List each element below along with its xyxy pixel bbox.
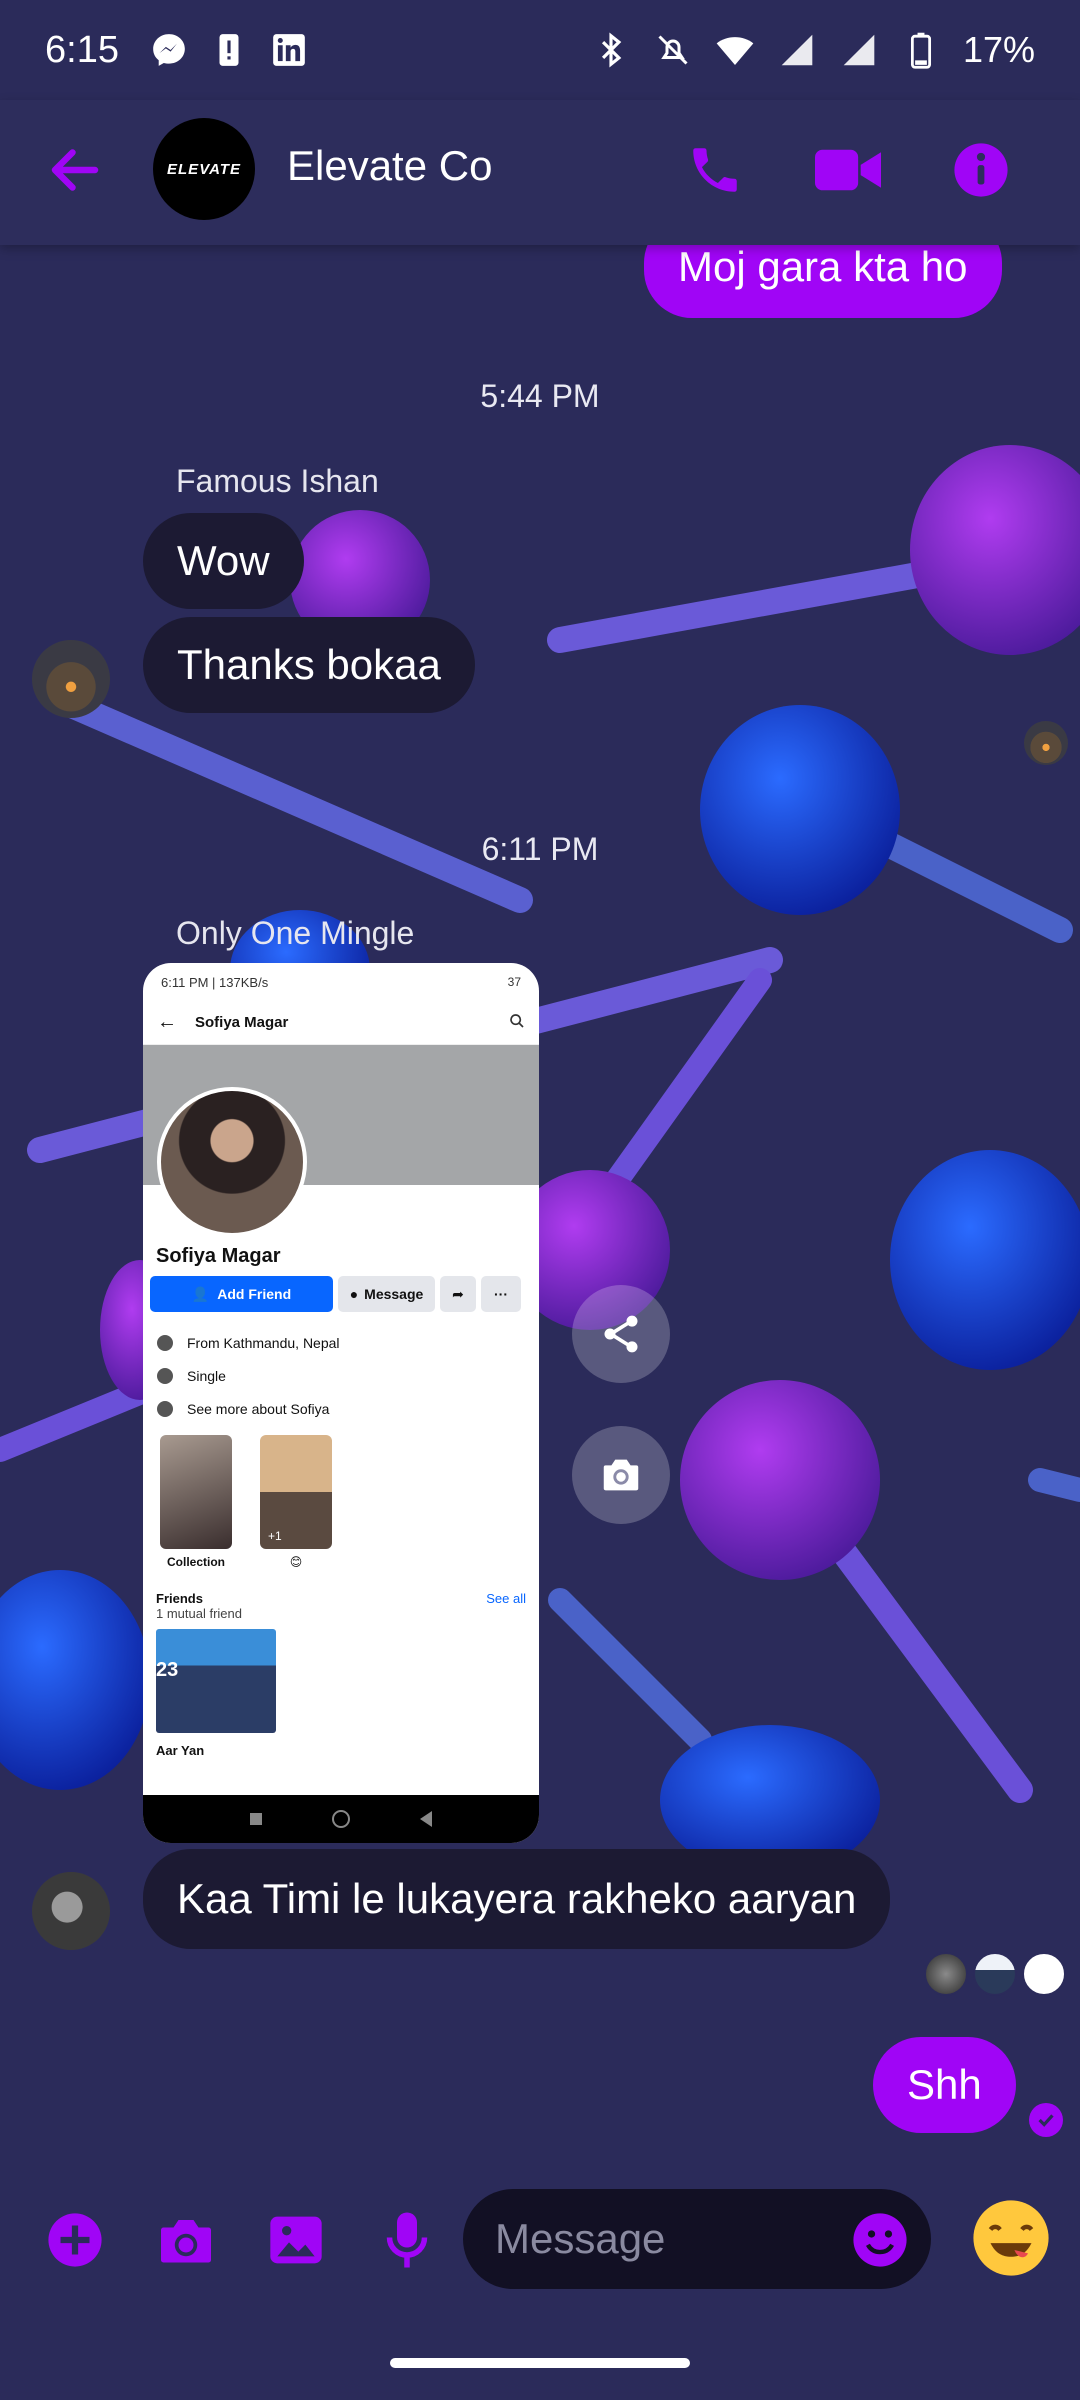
emoji-button[interactable]: [845, 2205, 915, 2275]
dots-icon: [157, 1400, 173, 1417]
friend-photo: 23: [156, 1629, 276, 1733]
screenshot-nav-buttons: [143, 1795, 539, 1843]
tile-label: 😊: [289, 1555, 303, 1569]
voice-call-button[interactable]: [680, 135, 750, 205]
featured-tile: +1: [260, 1435, 332, 1549]
mic-icon: [386, 2212, 428, 2268]
sender-avatar[interactable]: [32, 640, 110, 718]
screenshot-nav-title: Sofiya Magar: [195, 1014, 289, 1031]
dnd-icon: [653, 30, 693, 70]
add-person-icon: 👤: [191, 1285, 210, 1302]
message-timestamp: 5:44 PM: [480, 378, 600, 414]
save-image-button[interactable]: [572, 1426, 670, 1524]
screenshot-nav-bar: ← Sofiya Magar: [143, 1001, 539, 1045]
group-avatar[interactable]: ELEVATE: [153, 118, 255, 220]
sender-name: Famous Ishan: [176, 463, 379, 499]
cover-photo: [143, 1045, 539, 1237]
info-button[interactable]: [946, 135, 1016, 205]
linkedin-icon: [269, 30, 309, 70]
signal-icon: [777, 30, 817, 70]
message-timestamp: 6:11 PM: [481, 831, 599, 867]
message-bubble-incoming[interactable]: Thanks bokaa: [143, 617, 475, 713]
back-icon: [420, 1811, 432, 1827]
share-button[interactable]: [572, 1285, 670, 1383]
battery-icon: [901, 30, 941, 70]
back-button[interactable]: [45, 140, 105, 200]
plus-icon: [48, 2213, 102, 2267]
profile-name: Sofiya Magar: [156, 1245, 281, 1267]
messenger-icon: [149, 30, 189, 70]
status-bar: 6:15 17%: [0, 0, 1080, 100]
heart-icon: [157, 1367, 173, 1384]
home-indicator[interactable]: [390, 2358, 690, 2368]
signal-icon: [839, 30, 879, 70]
home-icon: [332, 1810, 350, 1828]
back-arrow-icon: ←: [157, 1011, 177, 1033]
message-bubble-incoming[interactable]: Wow: [143, 513, 304, 609]
search-icon: [509, 1013, 525, 1033]
phone-icon: [693, 148, 737, 192]
share-icon: [604, 1315, 638, 1353]
chat-header: ELEVATE Elevate Co: [0, 100, 1080, 245]
shared-image[interactable]: 6:11 PM | 137KB/s 37 ← Sofiya Magar Sofi…: [143, 963, 539, 1843]
read-receipt-avatar: [1024, 721, 1068, 765]
wifi-icon: [715, 30, 755, 70]
sender-name: Only One Mingle: [176, 915, 415, 951]
chat-title[interactable]: Elevate Co: [287, 142, 492, 190]
see-all-link: See all: [486, 1591, 526, 1606]
recents-icon: [250, 1813, 262, 1825]
status-time: 6:15: [45, 28, 119, 71]
location-icon: [157, 1334, 173, 1351]
alert-icon: [209, 30, 249, 70]
friend-name: Aar Yan: [156, 1743, 205, 1758]
mutual-friends: 1 mutual friend: [156, 1606, 242, 1621]
profile-picture: [157, 1087, 307, 1237]
emoji-icon: [853, 2213, 907, 2267]
sender-avatar[interactable]: [32, 1872, 110, 1950]
quick-reaction-button[interactable]: [966, 2193, 1056, 2283]
camera-button[interactable]: [151, 2205, 221, 2275]
messenger-icon: ●: [349, 1286, 359, 1302]
sent-check-icon: [1029, 2103, 1063, 2137]
gallery-button[interactable]: [261, 2205, 331, 2275]
message-bubble-outgoing[interactable]: Shh: [873, 2037, 1016, 2133]
add-friend-button: 👤 Add Friend: [150, 1276, 333, 1312]
video-icon: [815, 149, 881, 191]
camera-icon: [161, 2220, 211, 2263]
read-receipt-avatar: [924, 1952, 968, 1996]
read-receipt-avatar: [1022, 1952, 1066, 1996]
message-list[interactable]: Moj gara kta ho 5:44 PM Famous Ishan Wow…: [0, 215, 1080, 2185]
group-avatar-logo: ELEVATE: [167, 160, 241, 178]
screenshot-status-bar: 6:11 PM | 137KB/s 37: [161, 974, 521, 990]
featured-collection-tile: [160, 1435, 232, 1549]
bluetooth-icon: [591, 30, 631, 70]
image-icon: [270, 2216, 322, 2264]
message-bubble-incoming[interactable]: Kaa Timi le lukayera rakheko aaryan: [143, 1849, 891, 1949]
voice-message-button[interactable]: [372, 2205, 442, 2275]
profile-info: From Kathmandu, Nepal Single See more ab…: [143, 1312, 539, 1425]
camera-icon: [603, 1459, 639, 1491]
tile-label: Collection: [166, 1555, 225, 1569]
friends-heading: Friends: [156, 1591, 203, 1606]
sticker-icon: [973, 2200, 1049, 2276]
more-button: ···: [481, 1276, 521, 1312]
screenshot-battery: 37: [507, 975, 521, 989]
more-actions-button[interactable]: [40, 2205, 110, 2275]
share-icon: ➦: [440, 1276, 476, 1312]
read-receipt-avatar: [973, 1952, 1017, 1996]
video-call-button[interactable]: [813, 135, 883, 205]
message-button: ● Message: [338, 1276, 435, 1312]
info-icon: [954, 143, 1008, 197]
message-composer: [0, 2185, 1080, 2295]
battery-percent: 17%: [962, 29, 1035, 70]
